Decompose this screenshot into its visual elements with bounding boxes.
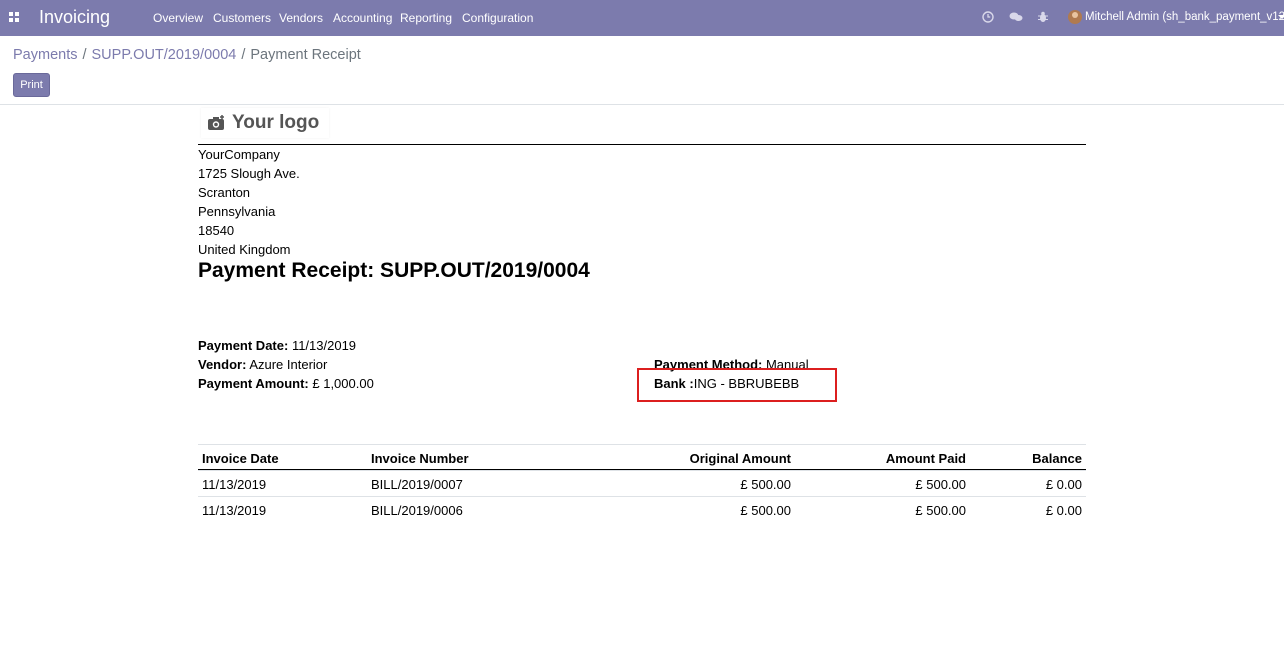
breadcrumb-current: Payment Receipt xyxy=(250,47,361,63)
user-name[interactable]: Mitchell Admin (sh_bank_payment_v12c) xyxy=(1085,11,1284,23)
menu-item-reporting[interactable]: Reporting xyxy=(400,11,452,25)
table-header-row: Invoice Date Invoice Number Original Amo… xyxy=(198,444,1086,470)
chat-icon[interactable] xyxy=(1009,11,1023,23)
address-state: Pennsylvania xyxy=(198,204,276,219)
logo-text: Your logo xyxy=(232,112,320,133)
apps-grid-icon[interactable] xyxy=(9,12,19,22)
print-button[interactable]: Print xyxy=(13,73,50,97)
col-header-invoice-number: Invoice Number xyxy=(371,451,469,466)
payment-amount-label: Payment Amount: xyxy=(198,376,309,391)
payment-date-field: Payment Date: 11/13/2019 xyxy=(198,338,356,353)
divider xyxy=(0,104,1284,105)
breadcrumb-separator: / xyxy=(82,47,87,63)
camera-icon xyxy=(208,115,224,130)
caret-down-icon[interactable] xyxy=(1278,15,1284,19)
address-street: 1725 Slough Ave. xyxy=(198,166,300,181)
payment-amount-value: £ 1,000.00 xyxy=(312,376,374,391)
clock-icon[interactable] xyxy=(982,11,994,23)
cell-amount-paid: £ 500.00 xyxy=(915,477,966,492)
menu-item-vendors[interactable]: Vendors xyxy=(279,11,323,25)
menu-item-overview[interactable]: Overview xyxy=(153,11,203,25)
report-title: Payment Receipt: SUPP.OUT/2019/0004 xyxy=(198,259,590,282)
payment-date-label: Payment Date: xyxy=(198,338,289,353)
payment-amount-field: Payment Amount: £ 1,000.00 xyxy=(198,376,374,391)
company-logo: Your logo xyxy=(201,108,329,138)
cell-balance: £ 0.00 xyxy=(1045,477,1082,492)
menu-item-accounting[interactable]: Accounting xyxy=(333,11,392,25)
address-country: United Kingdom xyxy=(198,242,291,257)
payment-date-value: 11/13/2019 xyxy=(291,338,357,353)
col-header-amount-paid: Amount Paid xyxy=(885,451,966,466)
cell-balance: £ 0.00 xyxy=(1045,503,1082,518)
cell-invoice-number: BILL/2019/0006 xyxy=(371,503,463,518)
header-divider xyxy=(198,144,1086,145)
menu-item-customers[interactable]: Customers xyxy=(213,11,271,25)
cell-invoice-date: 11/13/2019 xyxy=(202,503,267,518)
table-row: 11/13/2019 BILL/2019/0007 £ 500.00 £ 500… xyxy=(198,470,1086,496)
company-name: YourCompany xyxy=(198,147,280,162)
col-header-invoice-date: Invoice Date xyxy=(202,451,279,466)
cell-invoice-number: BILL/2019/0007 xyxy=(371,477,463,492)
col-header-original-amount: Original Amount xyxy=(689,451,791,466)
breadcrumb: Payments / SUPP.OUT/2019/0004/Payment Rece… xyxy=(13,47,361,63)
breadcrumb-separator: / xyxy=(241,47,246,63)
breadcrumb-payment-record[interactable]: SUPP.OUT/2019/0004 xyxy=(92,47,237,63)
avatar[interactable] xyxy=(1068,10,1082,24)
bug-icon[interactable] xyxy=(1037,11,1049,23)
cell-invoice-date: 11/13/2019 xyxy=(202,477,267,492)
breadcrumb-payments[interactable]: Payments xyxy=(13,47,77,63)
app-title[interactable]: Invoicing xyxy=(39,7,110,28)
vendor-value: Azure Interior xyxy=(249,357,328,372)
top-navbar: Invoicing Overview Customers Vendors Acc… xyxy=(0,0,1284,36)
bank-highlight-box xyxy=(637,368,837,402)
invoice-table: Invoice Date Invoice Number Original Amo… xyxy=(198,444,1086,522)
vendor-label: Vendor: xyxy=(198,357,247,372)
cell-amount-paid: £ 500.00 xyxy=(915,503,966,518)
cell-original-amount: £ 500.00 xyxy=(740,477,791,492)
vendor-field: Vendor: Azure Interior xyxy=(198,357,327,372)
address-city: Scranton xyxy=(198,185,251,200)
col-header-balance: Balance xyxy=(1032,451,1082,466)
menu-item-configuration[interactable]: Configuration xyxy=(462,11,533,25)
address-zip: 18540 xyxy=(198,223,235,238)
table-row: 11/13/2019 BILL/2019/0006 £ 500.00 £ 500… xyxy=(198,496,1086,522)
cell-original-amount: £ 500.00 xyxy=(740,503,791,518)
